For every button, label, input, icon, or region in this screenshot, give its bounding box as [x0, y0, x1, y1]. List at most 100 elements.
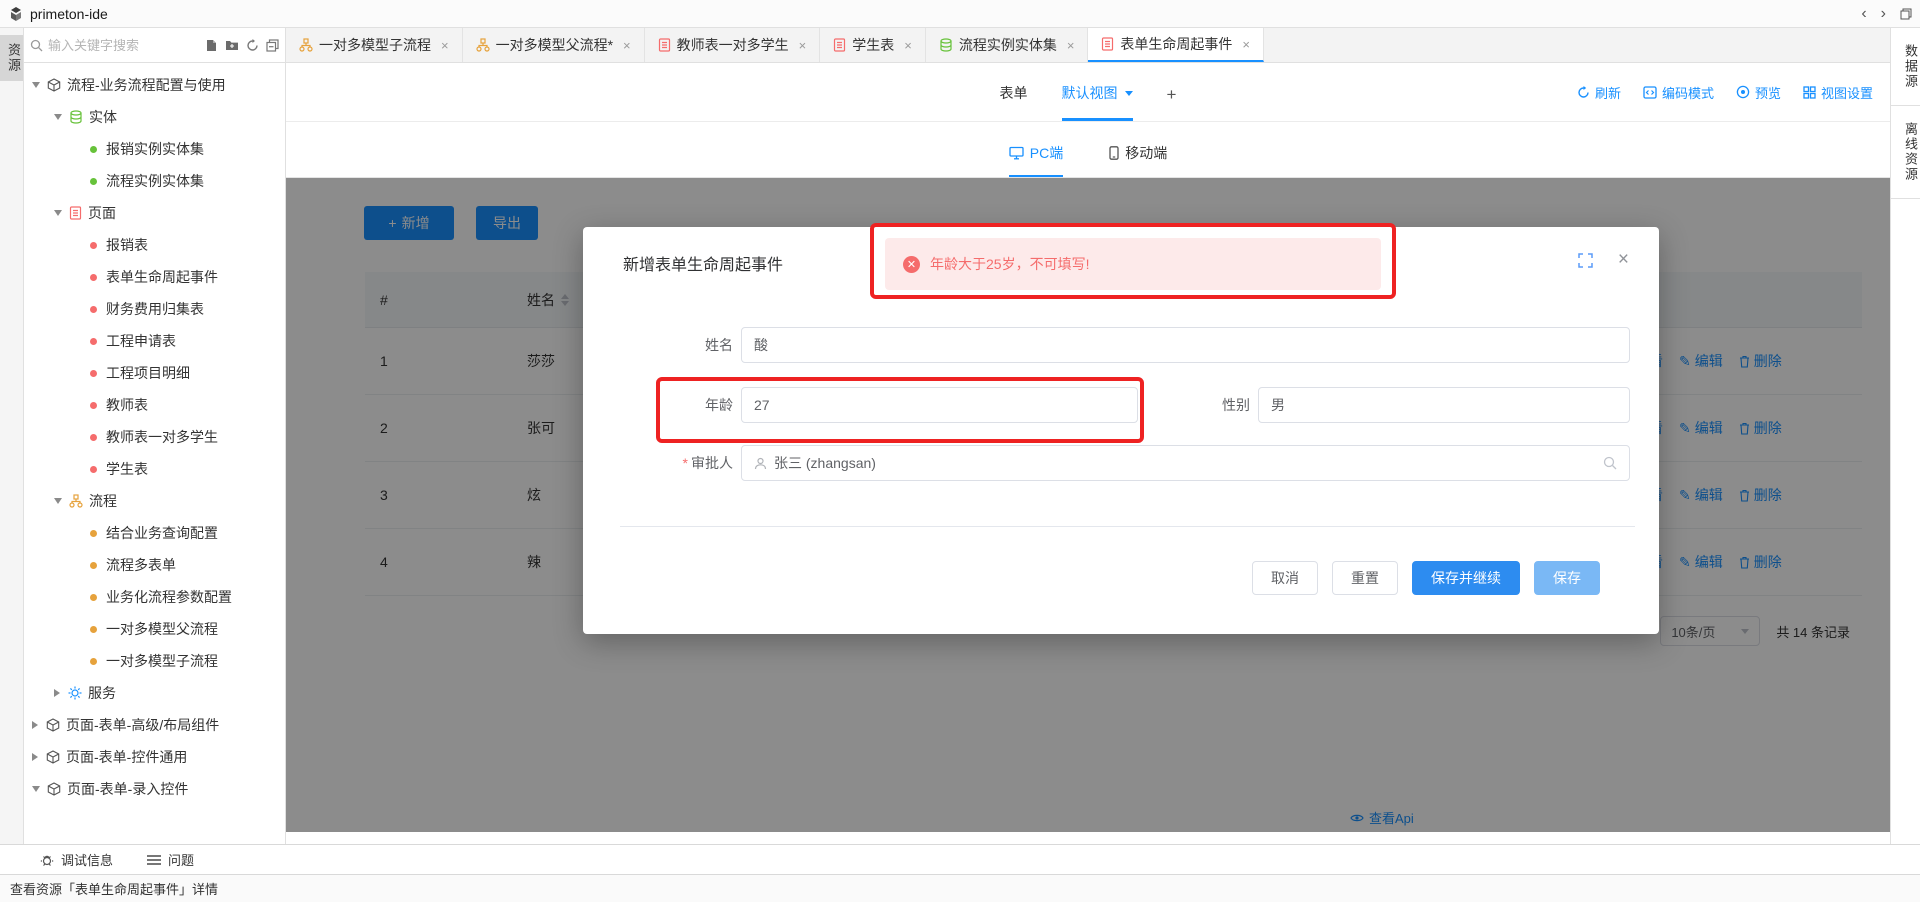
workspace: +新增 导出 # 姓名 1 莎莎 查看 ✎编辑 删除	[286, 178, 1890, 844]
close-icon[interactable]: ×	[904, 38, 912, 53]
tree-item[interactable]: 工程项目明细	[24, 357, 285, 389]
fullscreen-icon[interactable]	[1578, 253, 1593, 268]
device-tabs: PC端 移动端	[286, 122, 1890, 178]
refresh-label: 刷新	[1594, 85, 1621, 101]
tree-item[interactable]: 报销表	[24, 229, 285, 261]
tab-mobile[interactable]: 移动端	[1109, 143, 1167, 177]
status-bar: 查看资源「表单生命周起事件」详情	[0, 874, 1920, 902]
cancel-button[interactable]: 取消	[1252, 561, 1318, 595]
reset-button[interactable]: 重置	[1332, 561, 1398, 595]
tree-item[interactable]: 财务费用归集表	[24, 293, 285, 325]
tree-item[interactable]: 页面-表单-控件通用	[24, 741, 285, 773]
close-icon[interactable]: ×	[799, 38, 807, 53]
caret-right-icon[interactable]	[54, 689, 60, 697]
debug-info-label: 调试信息	[61, 853, 114, 868]
search-icon[interactable]	[1603, 456, 1617, 470]
restore-window-icon[interactable]	[1900, 8, 1912, 20]
approver-value: 张三 (zhangsan)	[774, 455, 876, 471]
debug-info-tab[interactable]: 调试信息	[40, 850, 113, 869]
tab-label: 一对多模型子流程	[319, 37, 431, 53]
new-folder-icon[interactable]	[225, 39, 239, 51]
entity-db-icon	[69, 110, 83, 124]
tree-item[interactable]: 教师表	[24, 389, 285, 421]
tree-item[interactable]: 业务化流程参数配置	[24, 581, 285, 613]
refresh-icon[interactable]	[246, 38, 259, 52]
caret-right-icon[interactable]	[32, 753, 38, 761]
app-window: primeton-ide ‹ › 资源 输入关键字搜索 流程-业务流程配置与使用…	[0, 0, 1920, 902]
tree-item[interactable]: 实体	[24, 101, 285, 133]
tree-item[interactable]: 学生表	[24, 453, 285, 485]
caret-down-icon[interactable]	[32, 82, 40, 88]
close-icon[interactable]: ×	[1067, 38, 1075, 53]
tree-item[interactable]: 教师表一对多学生	[24, 421, 285, 453]
tree-item[interactable]: 流程多表单	[24, 549, 285, 581]
view-settings-link[interactable]: 视图设置	[1803, 83, 1873, 102]
resource-sidebar: 流程-业务流程配置与使用 实体 报销实例实体集 流程实例实体集 页面 报销表 表…	[24, 28, 286, 844]
refresh-link[interactable]: 刷新	[1577, 83, 1621, 102]
tree-label: 工程申请表	[106, 333, 176, 349]
tree-item[interactable]: 页面-表单-录入控件	[24, 773, 285, 805]
caret-down-icon[interactable]	[54, 114, 62, 120]
caret-right-icon[interactable]	[32, 721, 38, 729]
view-toolbar: 表单 默认视图 + 刷新 编码模式 预览 视图设置	[286, 63, 1890, 122]
flow-dot-icon	[90, 529, 97, 537]
tab-学生表[interactable]: 学生表 ×	[820, 28, 926, 62]
problems-label: 问题	[168, 853, 195, 868]
tab-一对多模型父流程[interactable]: 一对多模型父流程* ×	[463, 28, 645, 62]
caret-down-icon[interactable]	[32, 786, 40, 792]
search-input[interactable]	[48, 37, 205, 53]
save-button[interactable]: 保存	[1534, 561, 1600, 595]
save-continue-button[interactable]: 保存并继续	[1412, 561, 1520, 595]
tree-item[interactable]: 页面	[24, 197, 285, 229]
age-field[interactable]: 27	[741, 387, 1138, 423]
tree-item[interactable]: 一对多模型父流程	[24, 613, 285, 645]
form-label[interactable]: 表单	[1000, 83, 1028, 121]
new-file-icon[interactable]	[205, 39, 218, 52]
name-label: 姓名	[705, 337, 733, 353]
tree-item[interactable]: 流程	[24, 485, 285, 517]
close-icon[interactable]: ×	[623, 38, 631, 53]
add-view-button[interactable]: +	[1167, 85, 1177, 121]
tab-一对多模型子流程[interactable]: 一对多模型子流程 ×	[286, 28, 463, 62]
rail-tab-resources[interactable]: 资源	[0, 35, 23, 81]
gender-field[interactable]: 男	[1258, 387, 1630, 423]
nav-back-icon[interactable]: ‹	[1861, 5, 1866, 22]
code-mode-link[interactable]: 编码模式	[1643, 83, 1714, 102]
tree-item[interactable]: 一对多模型子流程	[24, 645, 285, 677]
tab-教师表一对多学生[interactable]: 教师表一对多学生 ×	[645, 28, 821, 62]
tab-pc[interactable]: PC端	[1008, 143, 1064, 177]
tree-item[interactable]: 结合业务查询配置	[24, 517, 285, 549]
code-mode-icon	[1643, 85, 1657, 99]
rail-tab-offline-resources[interactable]: 离线资源	[1891, 106, 1920, 199]
tree-item[interactable]: 服务	[24, 677, 285, 709]
error-text: 年龄大于25岁，不可填写!	[930, 256, 1090, 272]
tree-item[interactable]: 工程申请表	[24, 325, 285, 357]
debug-icon	[40, 853, 54, 867]
name-field[interactable]: 酸	[741, 327, 1630, 363]
tab-表单生命周起事件[interactable]: 表单生命周起事件 ×	[1088, 28, 1265, 62]
view-settings-icon	[1803, 85, 1816, 99]
rail-tab-data-source[interactable]: 数据源	[1891, 28, 1920, 106]
modal-divider	[620, 526, 1635, 527]
tree-item[interactable]: 表单生命周起事件	[24, 261, 285, 293]
tree-item[interactable]: 流程实例实体集	[24, 165, 285, 197]
preview-link[interactable]: 预览	[1736, 83, 1781, 102]
entity-dot-icon	[90, 177, 97, 185]
age-value: 27	[754, 397, 770, 413]
caret-down-icon[interactable]	[54, 210, 62, 216]
tree-item[interactable]: 页面-表单-高级/布局组件	[24, 709, 285, 741]
nav-forward-icon[interactable]: ›	[1881, 5, 1886, 22]
close-icon[interactable]: ×	[1242, 37, 1250, 52]
problems-tab[interactable]: 问题	[147, 850, 194, 869]
tree-item[interactable]: 报销实例实体集	[24, 133, 285, 165]
tab-流程实例实体集[interactable]: 流程实例实体集 ×	[926, 28, 1089, 62]
person-icon	[754, 457, 767, 470]
tree-item[interactable]: 流程-业务流程配置与使用	[24, 69, 285, 101]
default-view-tab[interactable]: 默认视图	[1061, 83, 1133, 121]
list-icon	[147, 854, 162, 866]
caret-down-icon[interactable]	[54, 498, 62, 504]
close-icon[interactable]: ×	[441, 38, 449, 53]
collapse-all-icon[interactable]	[266, 38, 279, 52]
close-icon[interactable]: ×	[1618, 249, 1629, 271]
approver-field[interactable]: 张三 (zhangsan)	[741, 445, 1630, 481]
